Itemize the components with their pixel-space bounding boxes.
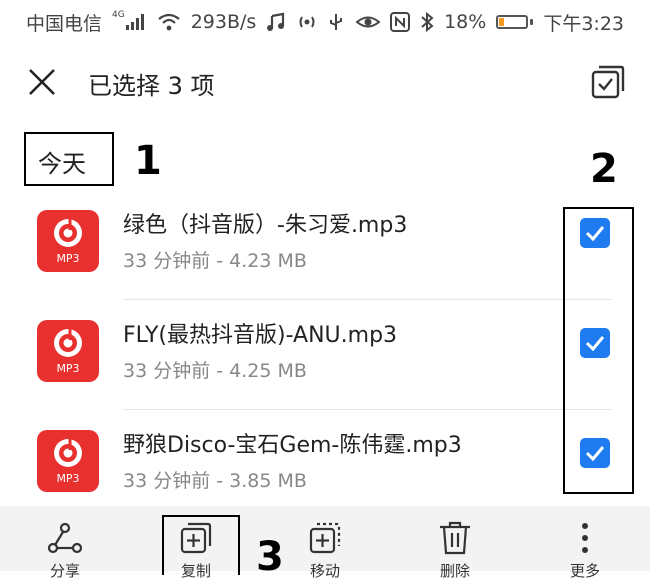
network-speed: 293B/s bbox=[190, 11, 257, 33]
file-type-label: MP3 bbox=[56, 362, 80, 375]
file-meta: 33 分钟前 - 4.23 MB bbox=[123, 250, 307, 272]
file-name: FLY(最热抖音版)-ANU.mp3 bbox=[123, 323, 398, 348]
usb-icon bbox=[328, 12, 344, 32]
mp3-file-icon: MP3 bbox=[37, 320, 99, 382]
music-icon bbox=[266, 12, 286, 32]
signal-icon: 4G bbox=[112, 10, 147, 31]
file-item[interactable]: MP3 FLY(最热抖音版)-ANU.mp3 33 分钟前 - 4.25 MB bbox=[0, 300, 650, 410]
mp3-file-icon: MP3 bbox=[37, 210, 99, 272]
delete-button[interactable]: 删除 bbox=[415, 506, 495, 580]
file-meta: 33 分钟前 - 4.25 MB bbox=[123, 360, 307, 382]
delete-icon bbox=[440, 521, 470, 555]
move-icon bbox=[309, 522, 341, 554]
annotation-2: 2 bbox=[590, 146, 618, 192]
battery-percent: 18% bbox=[444, 11, 487, 33]
status-bar: 中国电信 4G 293B/s 18% 下午3:23 bbox=[0, 0, 650, 44]
file-item[interactable]: MP3 绿色（抖音版）-朱习爱.mp3 33 分钟前 - 4.23 MB bbox=[0, 190, 650, 300]
file-item[interactable]: MP3 野狼Disco-宝石Gem-陈伟霆.mp3 33 分钟前 - 3.85 … bbox=[0, 410, 650, 520]
file-meta: 33 分钟前 - 3.85 MB bbox=[123, 470, 307, 492]
status-left: 中国电信 4G 293B/s bbox=[26, 9, 344, 36]
status-right: 18% 下午3:23 bbox=[356, 9, 624, 36]
bluetooth-icon bbox=[420, 12, 434, 32]
nfc-icon bbox=[390, 12, 411, 32]
eye-icon bbox=[356, 13, 381, 31]
copy-highlight-box bbox=[162, 515, 240, 575]
clock: 下午3:23 bbox=[543, 12, 624, 35]
bottom-action-bar: 分享 复制 移动 删除 更多 bbox=[0, 506, 650, 580]
battery-icon bbox=[496, 15, 534, 29]
share-button[interactable]: 分享 bbox=[25, 506, 105, 580]
more-button[interactable]: 更多 bbox=[545, 506, 625, 580]
select-all-icon bbox=[591, 65, 625, 99]
share-icon bbox=[47, 522, 83, 554]
carrier-label: 中国电信 bbox=[26, 12, 103, 35]
selection-header: 已选择 3 项 bbox=[0, 52, 650, 112]
section-label-today: 今天 bbox=[38, 150, 86, 178]
file-type-label: MP3 bbox=[56, 252, 80, 265]
network-badge: 4G bbox=[112, 10, 125, 20]
hotspot-icon bbox=[296, 13, 318, 31]
mp3-file-icon: MP3 bbox=[37, 430, 99, 492]
more-icon bbox=[582, 523, 588, 553]
checkbox-highlight-box bbox=[563, 207, 634, 494]
annotation-1: 1 bbox=[134, 138, 162, 184]
annotation-3: 3 bbox=[256, 534, 284, 580]
select-all-button[interactable] bbox=[590, 64, 626, 100]
move-button[interactable]: 移动 bbox=[285, 506, 365, 580]
close-icon bbox=[29, 69, 55, 95]
selection-title: 已选择 3 项 bbox=[88, 72, 215, 100]
close-button[interactable] bbox=[26, 66, 58, 98]
wifi-icon bbox=[157, 13, 181, 31]
file-name: 野狼Disco-宝石Gem-陈伟霆.mp3 bbox=[123, 433, 462, 458]
file-name: 绿色（抖音版）-朱习爱.mp3 bbox=[123, 213, 408, 238]
file-type-label: MP3 bbox=[56, 472, 80, 485]
